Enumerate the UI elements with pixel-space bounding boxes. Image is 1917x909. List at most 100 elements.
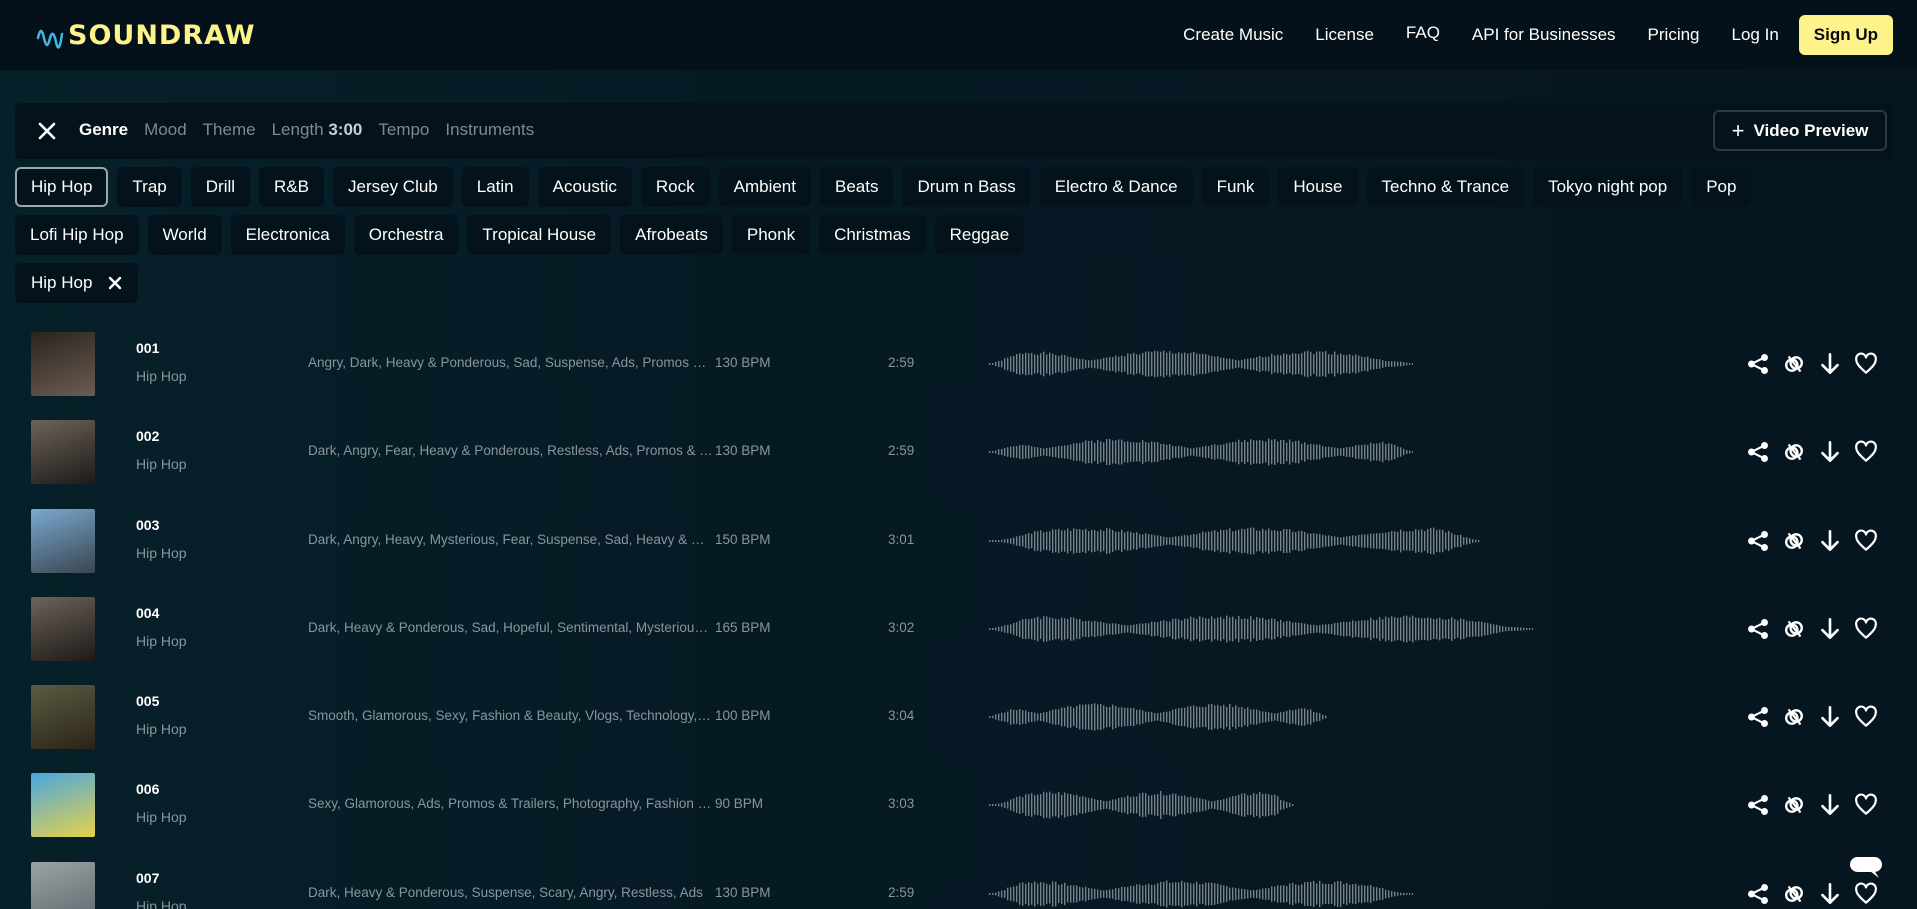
track-row[interactable]: 004 Hip Hop Dark, Heavy & Ponderous, Sad, … bbox=[15, 585, 1893, 673]
nav-pricing[interactable]: Pricing bbox=[1648, 25, 1700, 45]
close-icon[interactable] bbox=[35, 119, 59, 143]
heart-icon[interactable] bbox=[1853, 616, 1879, 642]
link-icon[interactable] bbox=[1781, 616, 1807, 642]
link-icon[interactable] bbox=[1781, 439, 1807, 465]
tab-tempo[interactable]: Tempo bbox=[378, 120, 429, 140]
download-icon[interactable] bbox=[1817, 528, 1843, 554]
track-cover-image[interactable] bbox=[31, 508, 95, 573]
logo[interactable]: SOUNDRAW bbox=[36, 18, 256, 52]
nav-create-music[interactable]: Create Music bbox=[1183, 25, 1283, 45]
nav-api[interactable]: API for Businesses bbox=[1472, 25, 1616, 45]
genre-chip-tokyo-night-pop[interactable]: Tokyo night pop bbox=[1533, 167, 1683, 207]
link-icon[interactable] bbox=[1781, 704, 1807, 730]
genre-chip-pop[interactable]: Pop bbox=[1691, 167, 1752, 207]
tab-instruments[interactable]: Instruments bbox=[445, 120, 534, 140]
nav-license[interactable]: License bbox=[1315, 25, 1374, 45]
genre-chip-funk[interactable]: Funk bbox=[1201, 167, 1270, 207]
genre-chip-electro-and-dance[interactable]: Electro & Dance bbox=[1039, 167, 1193, 207]
genre-chip-acoustic[interactable]: Acoustic bbox=[537, 167, 632, 207]
genre-chip-lofi-hip-hop[interactable]: Lofi Hip Hop bbox=[15, 215, 139, 255]
nav-login[interactable]: Log In bbox=[1732, 25, 1779, 45]
tab-genre[interactable]: Genre bbox=[79, 120, 128, 140]
track-actions bbox=[1745, 351, 1889, 377]
share-icon[interactable] bbox=[1745, 792, 1771, 818]
track-cover-image[interactable] bbox=[31, 332, 95, 396]
download-icon[interactable] bbox=[1817, 704, 1843, 730]
track-cover-image[interactable] bbox=[31, 685, 95, 750]
genre-chip-tropical-house[interactable]: Tropical House bbox=[467, 215, 612, 255]
link-icon[interactable] bbox=[1781, 881, 1807, 907]
genre-chip-trap[interactable]: Trap bbox=[117, 167, 182, 207]
download-icon[interactable] bbox=[1817, 616, 1843, 642]
track-waveform[interactable] bbox=[989, 701, 1328, 733]
download-icon[interactable] bbox=[1817, 439, 1843, 465]
track-row[interactable]: 005 Hip Hop Smooth, Glamorous, Sexy, Fashi… bbox=[15, 673, 1893, 761]
link-icon[interactable] bbox=[1781, 792, 1807, 818]
share-icon[interactable] bbox=[1745, 528, 1771, 554]
heart-icon[interactable] bbox=[1853, 528, 1879, 554]
genre-chip-row: Lofi Hip Hop World Electronica Orchestra Tro… bbox=[15, 215, 1905, 255]
share-icon[interactable] bbox=[1745, 881, 1771, 907]
waveform[interactable] bbox=[989, 436, 1414, 468]
genre-chip-phonk[interactable]: Phonk bbox=[731, 215, 811, 255]
video-preview-button[interactable]: + Video Preview bbox=[1713, 110, 1887, 151]
genre-chip-drill[interactable]: Drill bbox=[190, 167, 251, 207]
remove-filter-icon[interactable] bbox=[108, 276, 122, 290]
genre-chip-hip-hop[interactable]: Hip Hop bbox=[15, 167, 109, 207]
tab-mood[interactable]: Mood bbox=[144, 120, 187, 140]
tab-length[interactable]: Length 3:00 bbox=[272, 120, 363, 140]
waveform[interactable] bbox=[989, 525, 1481, 557]
waveform[interactable] bbox=[989, 789, 1294, 821]
genre-chip-orchestra[interactable]: Orchestra bbox=[353, 215, 459, 255]
genre-chip-beats[interactable]: Beats bbox=[820, 167, 894, 207]
genre-chip-electronica[interactable]: Electronica bbox=[230, 215, 345, 255]
genre-chip-house[interactable]: House bbox=[1278, 167, 1358, 207]
track-waveform[interactable] bbox=[989, 348, 1414, 380]
genre-chip-afrobeats[interactable]: Afrobeats bbox=[620, 215, 723, 255]
signup-button[interactable]: Sign Up bbox=[1798, 15, 1893, 55]
genre-chip-christmas[interactable]: Christmas bbox=[819, 215, 926, 255]
genre-chip-rock[interactable]: Rock bbox=[640, 167, 710, 207]
track-cover-image[interactable] bbox=[31, 773, 95, 838]
track-row[interactable]: 003 Hip Hop Dark, Angry, Heavy, Mysterious… bbox=[15, 497, 1893, 585]
genre-chip-jersey-club[interactable]: Jersey Club bbox=[333, 167, 453, 207]
track-waveform[interactable] bbox=[989, 613, 1534, 645]
share-icon[interactable] bbox=[1745, 439, 1771, 465]
waveform[interactable] bbox=[989, 613, 1534, 645]
genre-chip-ambient[interactable]: Ambient bbox=[718, 167, 811, 207]
genre-chip-drum-n-bass[interactable]: Drum n Bass bbox=[902, 167, 1031, 207]
track-waveform[interactable] bbox=[989, 789, 1294, 821]
chat-button[interactable] bbox=[1834, 843, 1898, 891]
track-row[interactable]: 001 Hip Hop Angry, Dark, Heavy & Ponderous… bbox=[15, 320, 1893, 408]
nav-faq[interactable]: FAQ bbox=[1406, 23, 1440, 43]
track-waveform[interactable] bbox=[989, 436, 1414, 468]
track-row[interactable]: 007 Hip Hop Dark, Heavy & Ponderous, Suspe… bbox=[15, 850, 1893, 909]
link-icon[interactable] bbox=[1781, 351, 1807, 377]
track-row[interactable]: 006 Hip Hop Sexy, Glamorous, Ads, Promos &… bbox=[15, 761, 1893, 849]
waveform[interactable] bbox=[989, 878, 1414, 909]
share-icon[interactable] bbox=[1745, 616, 1771, 642]
share-icon[interactable] bbox=[1745, 704, 1771, 730]
heart-icon[interactable] bbox=[1853, 351, 1879, 377]
track-waveform[interactable] bbox=[989, 878, 1414, 909]
download-icon[interactable] bbox=[1817, 351, 1843, 377]
genre-chip-reggae[interactable]: Reggae bbox=[934, 215, 1025, 255]
track-cover-image[interactable] bbox=[31, 420, 95, 485]
genre-chip-techno-and-trance[interactable]: Techno & Trance bbox=[1366, 167, 1525, 207]
genre-chip-randb[interactable]: R&B bbox=[259, 167, 324, 207]
tab-theme[interactable]: Theme bbox=[203, 120, 256, 140]
waveform[interactable] bbox=[989, 348, 1414, 380]
genre-chip-latin[interactable]: Latin bbox=[461, 167, 529, 207]
heart-icon[interactable] bbox=[1853, 792, 1879, 818]
share-icon[interactable] bbox=[1745, 351, 1771, 377]
track-row[interactable]: 002 Hip Hop Dark, Angry, Fear, Heavy & Pon… bbox=[15, 408, 1893, 496]
track-cover-image[interactable] bbox=[31, 596, 95, 661]
track-cover-image[interactable] bbox=[31, 861, 95, 909]
heart-icon[interactable] bbox=[1853, 704, 1879, 730]
link-icon[interactable] bbox=[1781, 528, 1807, 554]
heart-icon[interactable] bbox=[1853, 439, 1879, 465]
track-waveform[interactable] bbox=[989, 525, 1481, 557]
download-icon[interactable] bbox=[1817, 792, 1843, 818]
waveform[interactable] bbox=[989, 701, 1328, 733]
genre-chip-world[interactable]: World bbox=[147, 215, 222, 255]
